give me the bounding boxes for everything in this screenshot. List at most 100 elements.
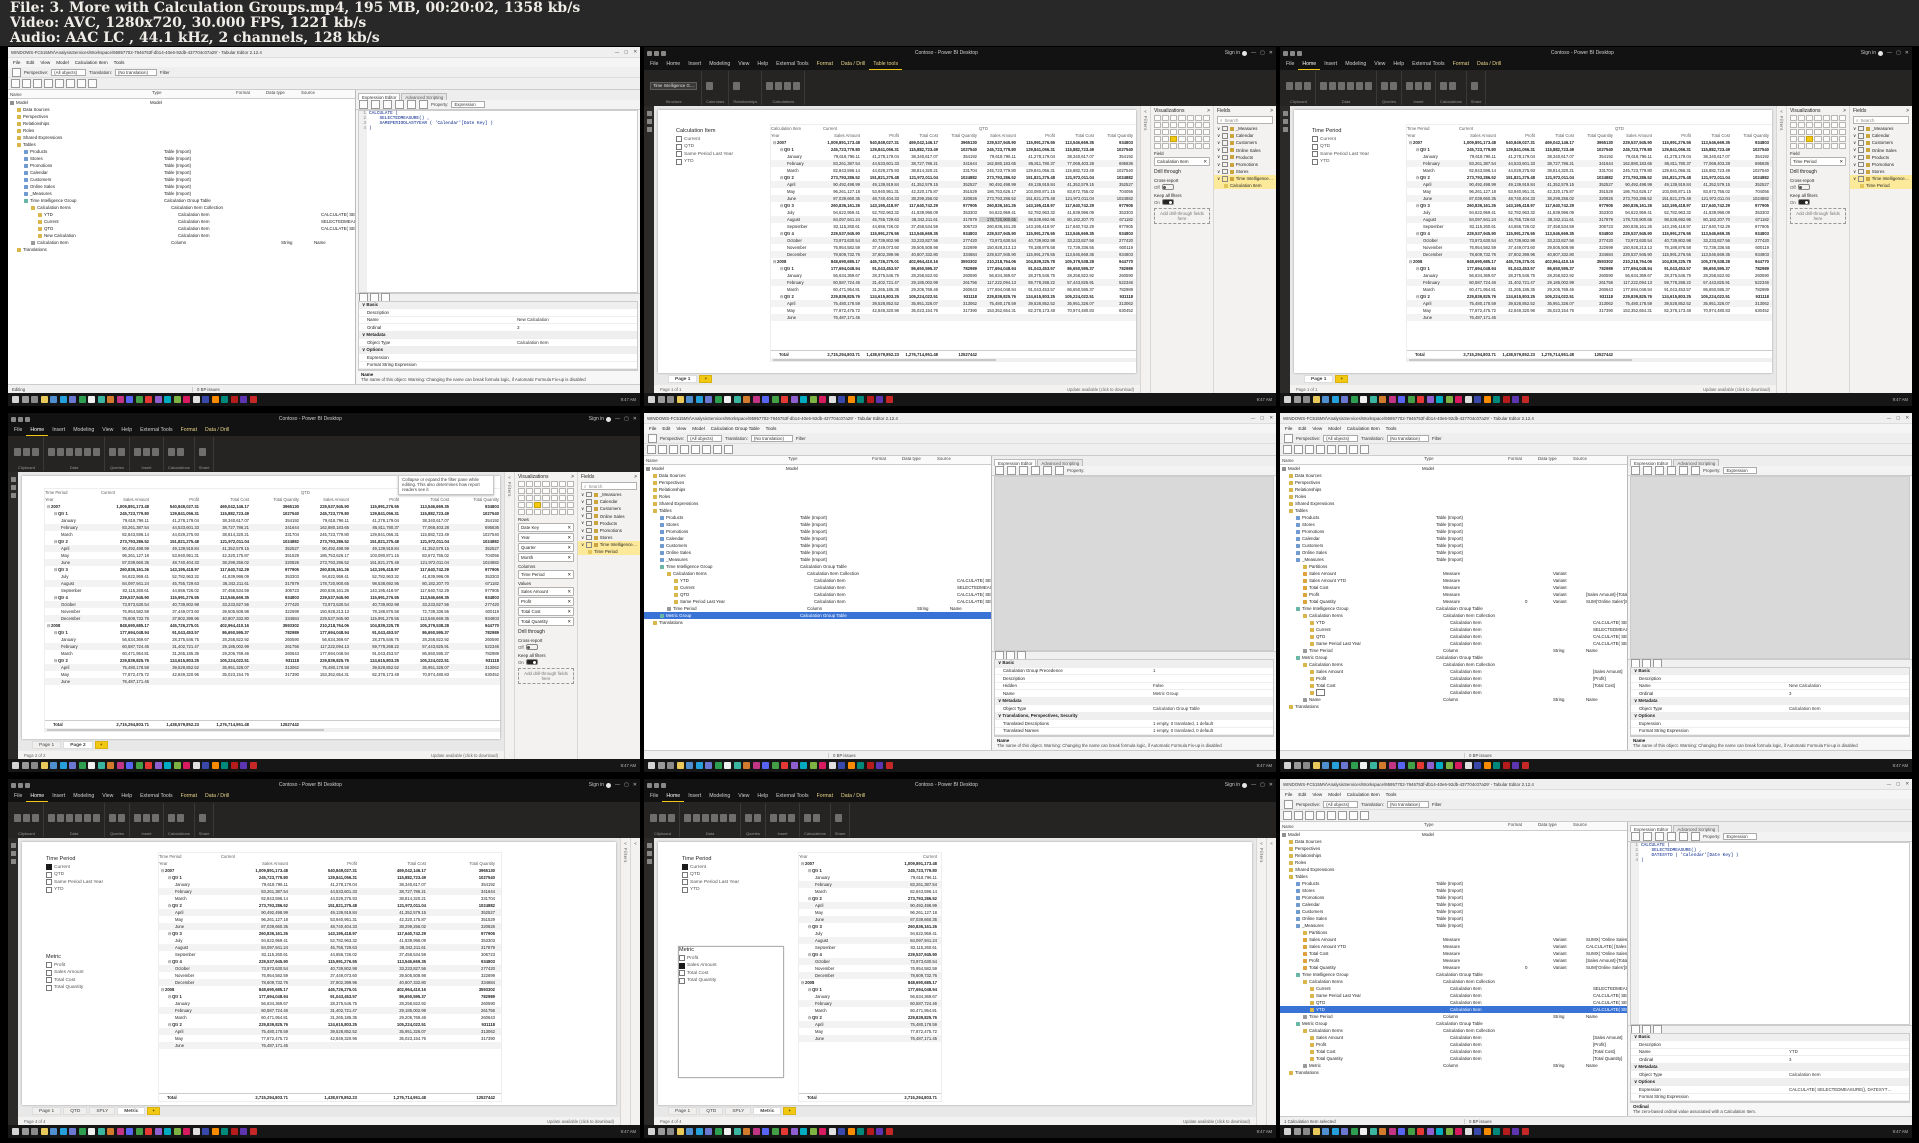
taskbar-app-icon[interactable] <box>1512 396 1519 403</box>
toolbar-icon[interactable] <box>702 445 711 454</box>
visual-type-icon[interactable] <box>1194 136 1202 142</box>
toolbar-icon[interactable] <box>55 79 64 88</box>
slicer-checkbox[interactable] <box>679 977 685 984</box>
tree-row[interactable]: Time Period Column String Name <box>644 605 991 612</box>
refresh-icon[interactable] <box>1284 433 1293 443</box>
ribbon-tab-modeling[interactable]: Modeling <box>1341 60 1370 70</box>
matrix-row[interactable]: November 76,954,582.59 37,449,073.60 39,505… <box>159 972 501 979</box>
visual-type-icon[interactable] <box>558 488 566 494</box>
matrix-h-scrollbar[interactable] <box>45 728 500 731</box>
tree-row[interactable]: _Measures Table (Import) <box>644 556 991 563</box>
tree-row[interactable]: Promotions Table (Import) <box>1280 528 1627 535</box>
tree-row[interactable]: Shared Expressions <box>1280 500 1627 507</box>
matrix-row[interactable]: July 94,622,959.41 52,782,963.32 41,839,996… <box>1407 209 1772 216</box>
taskbar-app-icon[interactable] <box>211 762 219 769</box>
visual-type-icon[interactable] <box>1838 136 1846 142</box>
expand-icon[interactable]: ⊟ <box>54 567 58 572</box>
translation-select[interactable]: (No translation) <box>750 434 793 442</box>
visual-type-icon[interactable] <box>566 481 574 487</box>
matrix-row[interactable]: March 60,471,954.81 31,265,185.35 29,206,76… <box>45 650 500 657</box>
matrix-row[interactable]: ⊟2008 848,690,685.17 445,726,275.01 402,964… <box>771 258 1136 265</box>
expand-pane-icon[interactable]: < <box>1270 841 1272 846</box>
menu-item-model[interactable]: Model <box>1328 792 1341 797</box>
taskbar-app-icon[interactable] <box>809 762 817 769</box>
taskbar-app-icon[interactable] <box>1407 396 1415 403</box>
expand-icon[interactable]: ⊟ <box>54 630 58 635</box>
tree-row[interactable]: Total Quantity Measure 0 Variant SUM('Online… <box>1280 964 1627 971</box>
taskbar-app-icon[interactable] <box>1303 762 1310 769</box>
matrix-visual[interactable]: Time Period Current QTD Year Sales Amount Pro… <box>44 488 500 732</box>
taskbar-app-icon[interactable] <box>838 396 845 403</box>
taskbar-app-icon[interactable] <box>1379 1128 1386 1135</box>
toolbar-icon[interactable] <box>1360 445 1369 454</box>
tree-row[interactable]: YTDCalculation ItemCALCULATE( SELECTEDME… <box>1280 1006 1627 1013</box>
taskbar-app-icon[interactable] <box>781 396 788 403</box>
visual-type-icon[interactable] <box>1798 136 1806 142</box>
matrix-row[interactable]: August 84,097,941.24 <box>799 937 941 944</box>
taskbar-app-icon[interactable] <box>211 396 219 403</box>
matrix-row[interactable]: May 96,261,127.18 53,940,951.31 42,320,175.… <box>45 552 500 559</box>
visual-type-icon[interactable] <box>1186 122 1194 128</box>
slicer-checkbox[interactable] <box>676 143 682 150</box>
tree-row[interactable]: Total Cost Calculation Item [Total Cost] <box>1280 1048 1627 1055</box>
slicer-item[interactable]: QTD <box>676 143 762 150</box>
property-row[interactable]: Description <box>359 309 637 317</box>
field-pill-remove-icon[interactable]: ✕ <box>567 589 571 595</box>
matrix-row[interactable]: November 76,954,582.59 37,449,073.60 39,505… <box>1407 244 1772 251</box>
visual-type-icon[interactable] <box>1806 115 1814 121</box>
taskbar-app-icon[interactable] <box>230 1128 238 1135</box>
taskbar-app-icon[interactable] <box>1322 1128 1329 1135</box>
menu-item-view[interactable]: View <box>40 60 50 65</box>
ribbon-tab-insert[interactable]: Insert <box>684 60 705 70</box>
ribbon-command-icon[interactable] <box>57 813 64 822</box>
taskbar-app-icon[interactable] <box>1521 396 1529 403</box>
visual-type-icon[interactable] <box>1194 122 1202 128</box>
expand-icon[interactable]: ⊟ <box>54 595 58 600</box>
file-menu-button[interactable]: File <box>10 426 26 436</box>
maximize-button[interactable]: ▢ <box>624 782 629 788</box>
ribbon-command-icon[interactable] <box>1365 81 1372 90</box>
taskbar-app-icon[interactable] <box>249 1128 257 1135</box>
taskbar-app-icon[interactable] <box>1331 1128 1339 1135</box>
visual-type-icon[interactable] <box>542 481 550 487</box>
toolbar-icon[interactable] <box>1316 445 1325 454</box>
visual-type-icon[interactable] <box>534 495 542 501</box>
field-checkbox[interactable] <box>1858 133 1864 139</box>
taskbar-app-icon[interactable] <box>771 1128 779 1135</box>
ribbon-command-icon[interactable] <box>14 447 21 456</box>
ribbon-tab-help[interactable]: Help <box>1389 60 1408 70</box>
expression-toolbar-icon[interactable] <box>1679 832 1688 841</box>
fields-search-input[interactable]: ⌕ Search <box>1217 116 1273 124</box>
slicer-item[interactable]: Profit <box>46 962 142 968</box>
ribbon-command-icon[interactable] <box>1295 81 1302 90</box>
toolbar-icon[interactable] <box>33 79 42 88</box>
matrix-visual[interactable]: Year Current ⊟2007 1,009,891,173.48 ⊟Qtr 1 24… <box>798 852 942 1102</box>
taskbar-app-icon[interactable] <box>790 396 798 403</box>
taskbar-app-icon[interactable] <box>69 1128 76 1135</box>
property-row[interactable]: Hidden False <box>995 683 1273 690</box>
matrix-row[interactable]: ⊟Qtr 2 229,839,825.76 124,615,803.25 105,22… <box>1407 293 1772 300</box>
sign-in-button[interactable]: Sign in <box>1861 50 1876 56</box>
toggle-switch-on[interactable] <box>525 659 538 665</box>
menu-item-file[interactable]: File <box>1285 792 1292 797</box>
property-value[interactable]: YTD <box>1789 1049 1909 1054</box>
visual-type-icon[interactable] <box>1194 115 1202 121</box>
ribbon-tab-view[interactable]: View <box>98 792 117 802</box>
add-page-button[interactable]: + <box>94 741 108 749</box>
property-row[interactable]: Expression <box>1631 720 1909 728</box>
expression-toolbar-icon[interactable] <box>1055 466 1064 475</box>
add-page-button[interactable]: + <box>1335 375 1349 383</box>
matrix-row[interactable]: March 82,843,596.14 44,029,275.93 38,814,32… <box>45 531 500 538</box>
tree-row[interactable]: Calendar Table (Import) <box>1280 901 1627 908</box>
tree-row[interactable]: Data Sources <box>8 106 355 113</box>
field-well-pill[interactable]: Quarter ✕ <box>518 543 574 552</box>
visual-type-icon[interactable] <box>566 488 574 494</box>
tree-row[interactable]: YTDCalculation ItemCALCULATE( SELECTEDME… <box>8 211 355 218</box>
ribbon-command-icon[interactable] <box>177 813 184 822</box>
expression-editor-tab[interactable]: Expression Editor <box>994 459 1037 466</box>
filters-collapsed-strip[interactable]: < Filters <box>504 472 514 759</box>
menu-item-file[interactable]: File <box>1285 426 1292 431</box>
ribbon-command-icon[interactable] <box>684 813 691 822</box>
save-icon[interactable] <box>18 782 23 788</box>
fields-search-input[interactable]: ⌕ Search <box>581 482 637 490</box>
